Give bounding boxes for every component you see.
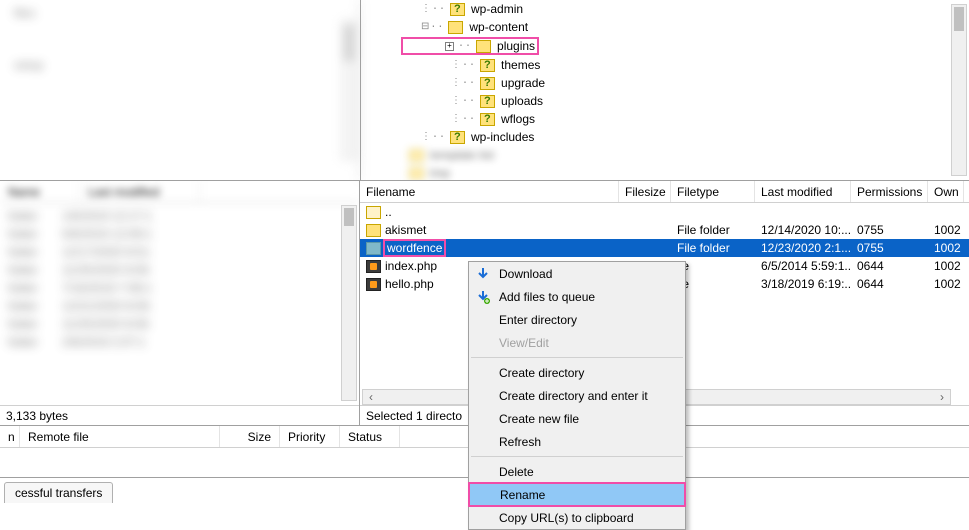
parent-directory-row[interactable]: .. [360, 203, 969, 221]
column-lastmodified[interactable]: Last modified [755, 181, 851, 202]
folder-up-icon [366, 206, 381, 219]
folder-icon [480, 95, 495, 108]
scroll-right-icon[interactable]: › [934, 390, 950, 404]
folder-icon [450, 131, 465, 144]
menu-add-to-queue[interactable]: Add files to queue [469, 285, 685, 308]
menu-create-directory-enter[interactable]: Create directory and enter it [469, 384, 685, 407]
local-status-bar: 3,133 bytes [0, 405, 359, 425]
column-filename[interactable]: Filename [360, 181, 619, 202]
column-filetype[interactable]: Filetype [671, 181, 755, 202]
menu-create-directory[interactable]: Create directory [469, 361, 685, 384]
menu-separator [471, 456, 683, 457]
menu-view-edit: View/Edit [469, 331, 685, 354]
menu-delete[interactable]: Delete [469, 460, 685, 483]
file-row-wordfence[interactable]: wordfence File folder 12/23/2020 2:1... … [360, 239, 969, 257]
column-headers[interactable]: Filename Filesize Filetype Last modified… [360, 181, 969, 203]
context-menu: Download Add files to queue Enter direct… [468, 261, 686, 530]
expand-icon[interactable]: + [445, 42, 454, 51]
tree-node-upgrade[interactable]: upgrade [499, 76, 547, 90]
folder-icon [480, 113, 495, 126]
menu-rename[interactable]: Rename [468, 482, 686, 507]
column-filesize[interactable]: Filesize [619, 181, 671, 202]
local-tree-pane: files setup [0, 0, 360, 180]
php-file-icon [366, 260, 381, 273]
selected-filename: wordfence [383, 239, 446, 257]
column-owner[interactable]: Own [928, 181, 964, 202]
file-row-akismet[interactable]: akismet File folder 12/14/2020 10:... 07… [360, 221, 969, 239]
menu-create-new-file[interactable]: Create new file [469, 407, 685, 430]
column-priority[interactable]: Priority [280, 426, 340, 447]
tree-node-themes[interactable]: themes [499, 58, 542, 72]
column-size[interactable]: Size [220, 426, 280, 447]
tab-successful-transfers[interactable]: cessful transfers [4, 482, 113, 503]
scrollbar-vertical[interactable] [341, 205, 357, 401]
remote-tree-pane[interactable]: ⋮··wp-admin ⊟··wp-content +··plugins ⋮··… [360, 0, 969, 180]
folder-icon [366, 224, 381, 237]
column-status[interactable]: Status [340, 426, 400, 447]
local-file-list[interactable]: NameLast modified folder1/6/2019 12:17:1… [0, 181, 360, 425]
add-queue-icon [475, 289, 491, 305]
scrollbar-vertical[interactable] [341, 20, 357, 160]
column-headers[interactable]: NameLast modified [0, 181, 359, 203]
menu-enter-directory[interactable]: Enter directory [469, 308, 685, 331]
php-file-icon [366, 278, 381, 291]
column-remote-file[interactable]: Remote file [20, 426, 220, 447]
scrollbar-vertical[interactable] [951, 4, 967, 176]
folder-icon [409, 149, 424, 162]
menu-separator [471, 357, 683, 358]
scroll-left-icon[interactable]: ‹ [363, 390, 379, 404]
folder-icon [448, 21, 463, 34]
tree-node-wp-includes[interactable]: wp-includes [469, 130, 536, 144]
folder-icon [480, 77, 495, 90]
tree-node-plugins[interactable]: plugins [495, 39, 537, 53]
tree-node-wp-admin[interactable]: wp-admin [469, 2, 525, 16]
menu-refresh[interactable]: Refresh [469, 430, 685, 453]
folder-icon [476, 40, 491, 53]
tree-node-wflogs[interactable]: wflogs [499, 112, 537, 126]
column-permissions[interactable]: Permissions [851, 181, 928, 202]
tree-node-wp-content[interactable]: wp-content [467, 20, 530, 34]
folder-icon [366, 242, 381, 255]
tree-node-uploads[interactable]: uploads [499, 94, 545, 108]
menu-download[interactable]: Download [469, 262, 685, 285]
folder-icon [409, 167, 424, 180]
folder-icon [450, 3, 465, 16]
download-icon [475, 266, 491, 282]
folder-icon [480, 59, 495, 72]
